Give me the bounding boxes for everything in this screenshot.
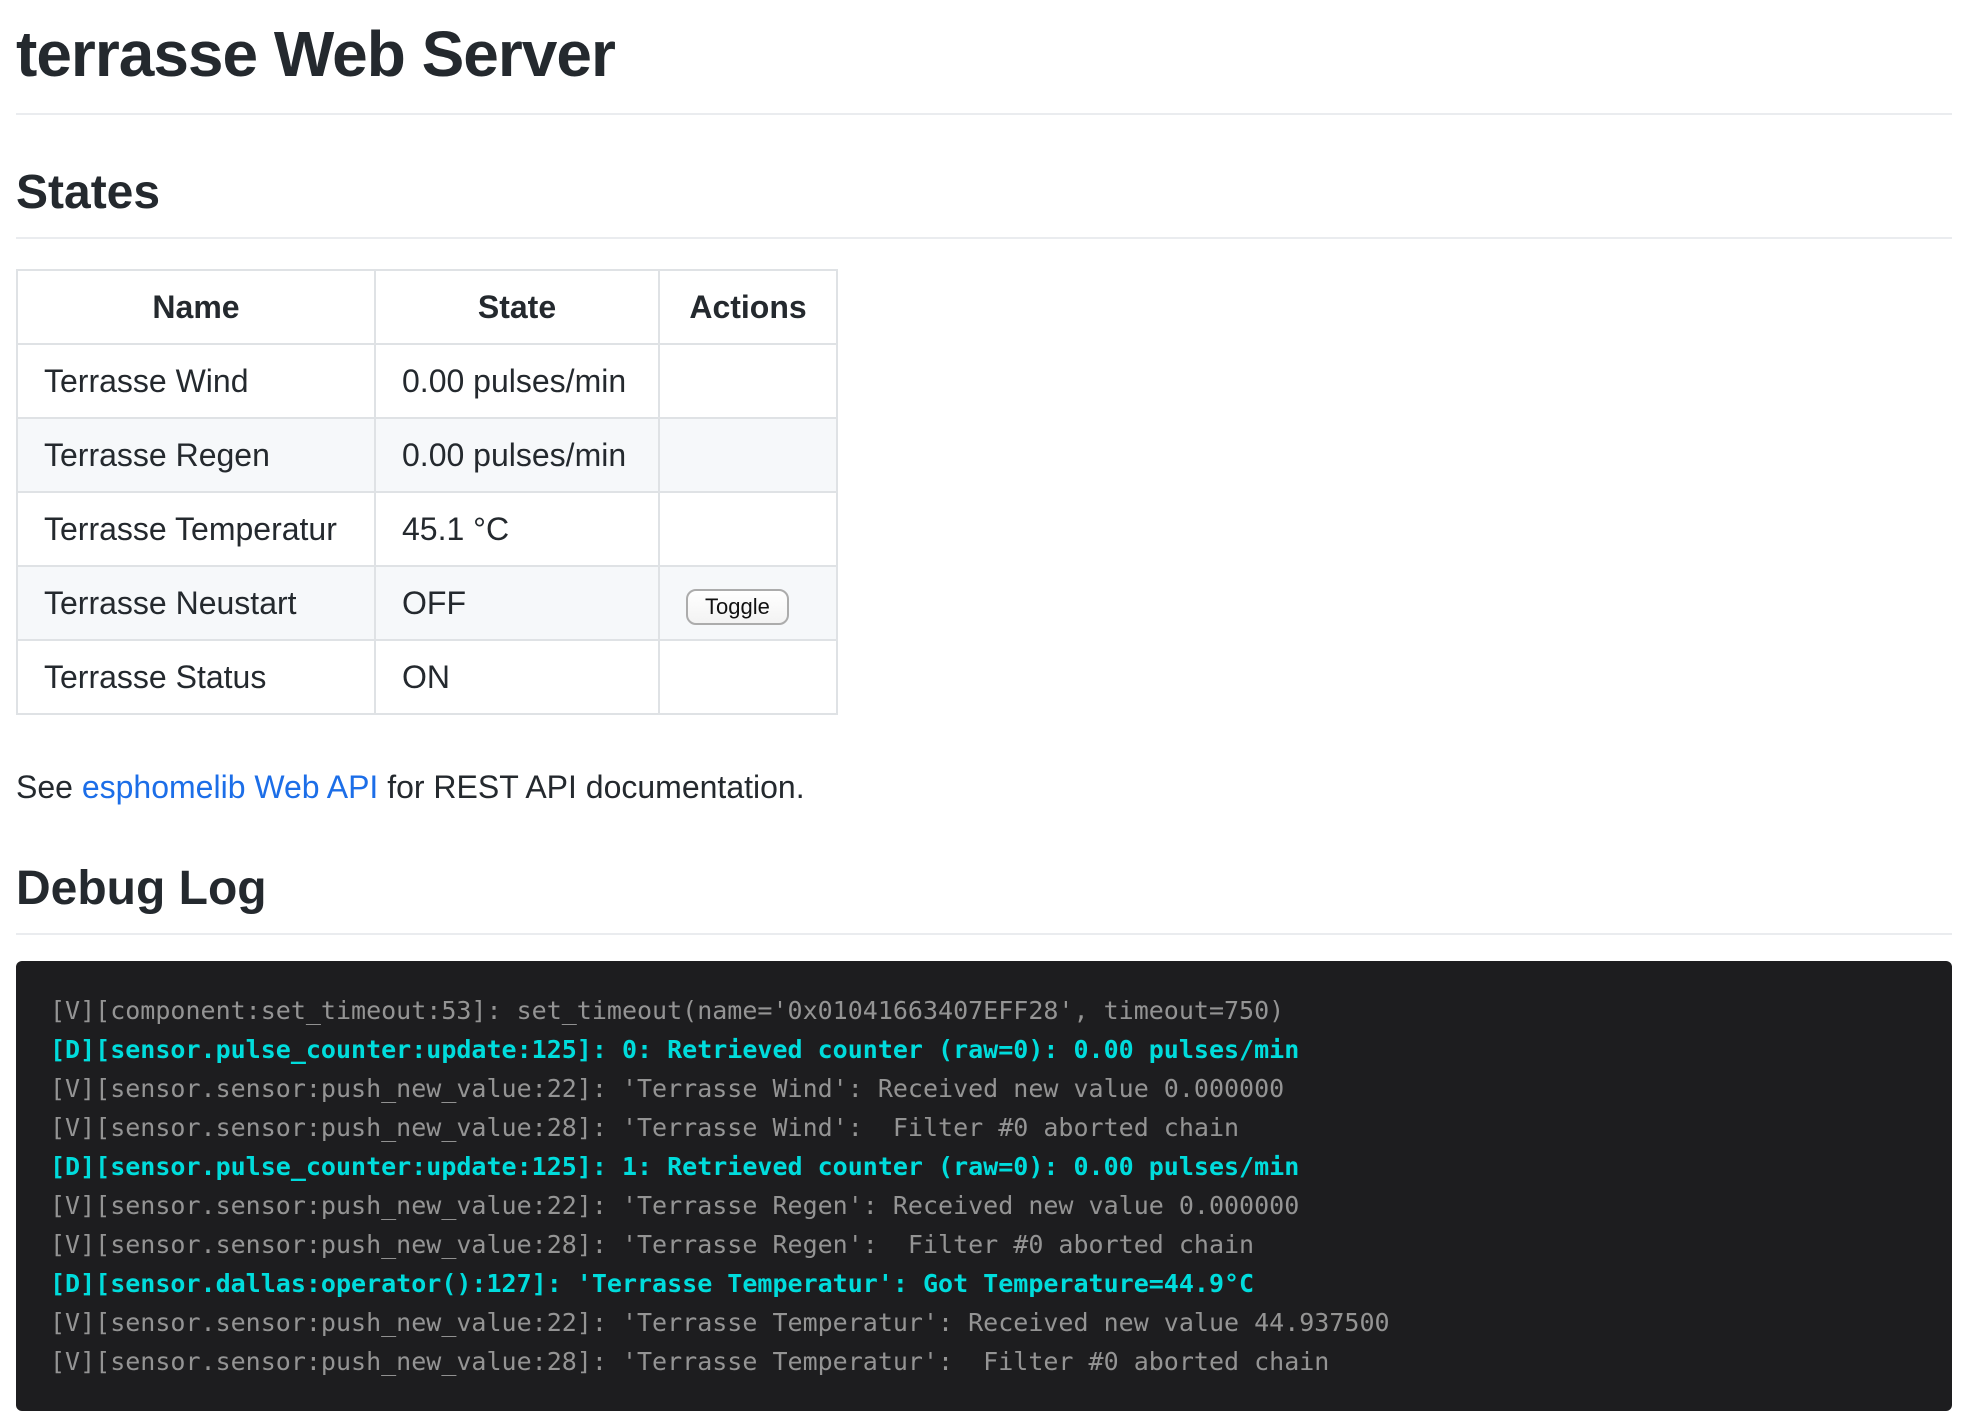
column-header-name: Name [17, 270, 375, 344]
state-cell: 45.1 °C [375, 492, 659, 566]
api-note: See esphomelib Web API for REST API docu… [16, 763, 1952, 811]
name-cell: Terrasse Neustart [17, 566, 375, 640]
actions-cell [659, 344, 837, 418]
actions-cell: Toggle [659, 566, 837, 640]
debug-log-heading: Debug Log [16, 859, 1952, 935]
table-row-terrasse-regen: Terrasse Regen 0.00 pulses/min [17, 418, 837, 492]
log-line: [D][sensor.pulse_counter:update:125]: 1:… [50, 1147, 1918, 1186]
state-cell: OFF [375, 566, 659, 640]
api-note-suffix: for REST API documentation. [378, 769, 804, 805]
name-cell: Terrasse Temperatur [17, 492, 375, 566]
log-line: [D][sensor.pulse_counter:update:125]: 0:… [50, 1030, 1918, 1069]
state-cell: 0.00 pulses/min [375, 418, 659, 492]
log-line: [V][sensor.sensor:push_new_value:22]: 'T… [50, 1186, 1918, 1225]
name-cell: Terrasse Regen [17, 418, 375, 492]
state-cell: 0.00 pulses/min [375, 344, 659, 418]
actions-cell [659, 418, 837, 492]
log-line: [V][sensor.sensor:push_new_value:28]: 'T… [50, 1342, 1918, 1381]
table-row-terrasse-wind: Terrasse Wind 0.00 pulses/min [17, 344, 837, 418]
table-row-terrasse-neustart: Terrasse Neustart OFF Toggle [17, 566, 837, 640]
state-cell: ON [375, 640, 659, 714]
states-heading: States [16, 163, 1952, 239]
table-row-terrasse-status: Terrasse Status ON [17, 640, 837, 714]
log-line: [V][sensor.sensor:push_new_value:22]: 'T… [50, 1303, 1918, 1342]
actions-cell [659, 640, 837, 714]
log-line: [V][sensor.sensor:push_new_value:28]: 'T… [50, 1225, 1918, 1264]
api-note-prefix: See [16, 769, 82, 805]
debug-log-box: [V][component:set_timeout:53]: set_timeo… [16, 961, 1952, 1411]
table-header-row: Name State Actions [17, 270, 837, 344]
table-row-terrasse-temperatur: Terrasse Temperatur 45.1 °C [17, 492, 837, 566]
log-line: [V][sensor.sensor:push_new_value:28]: 'T… [50, 1108, 1918, 1147]
states-table: Name State Actions Terrasse Wind 0.00 pu… [16, 269, 838, 715]
page-content: terrasse Web Server States Name State Ac… [0, 0, 1968, 1411]
log-line: [V][component:set_timeout:53]: set_timeo… [50, 991, 1918, 1030]
log-line: [D][sensor.dallas:operator():127]: 'Terr… [50, 1264, 1918, 1303]
column-header-state: State [375, 270, 659, 344]
actions-cell [659, 492, 837, 566]
name-cell: Terrasse Status [17, 640, 375, 714]
column-header-actions: Actions [659, 270, 837, 344]
toggle-button[interactable]: Toggle [686, 589, 789, 625]
log-line: [V][sensor.sensor:push_new_value:22]: 'T… [50, 1069, 1918, 1108]
web-api-link[interactable]: esphomelib Web API [82, 769, 378, 805]
name-cell: Terrasse Wind [17, 344, 375, 418]
page-title: terrasse Web Server [16, 14, 1952, 115]
